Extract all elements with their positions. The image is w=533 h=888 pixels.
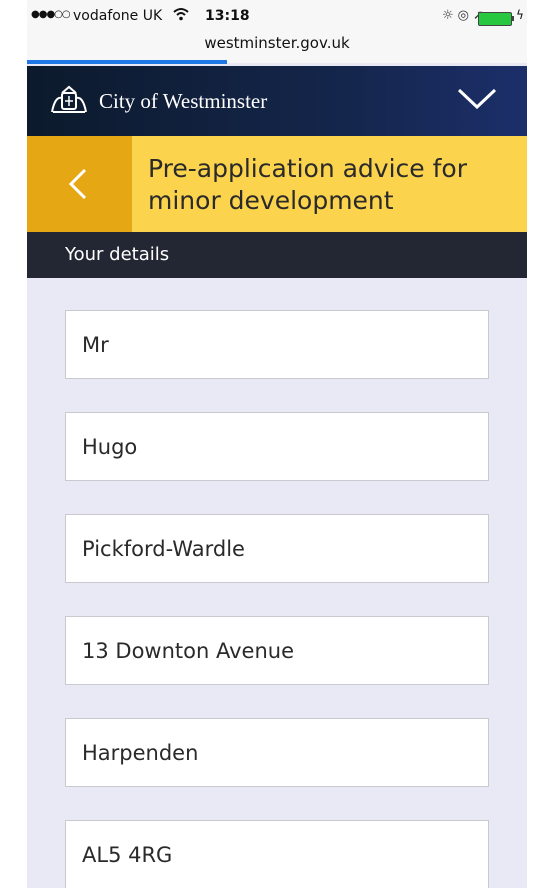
status-line: ●●●○○ vodafone UK 13:18 ☼◎➚ ϟ	[27, 8, 527, 28]
title-field[interactable]	[65, 310, 489, 379]
chevron-down-icon	[457, 88, 497, 110]
menu-toggle-button[interactable]	[447, 80, 507, 120]
section-label: Your details	[65, 244, 170, 265]
page-title: Pre-application advice for minor develop…	[148, 154, 467, 215]
browser-status-bar: ●●●○○ vodafone UK 13:18 ☼◎➚ ϟ westminste…	[27, 0, 527, 64]
wifi-icon	[173, 7, 189, 25]
chevron-left-icon	[68, 168, 87, 200]
charging-bolt-icon: ϟ	[516, 8, 524, 22]
page-title-bar: Pre-application advice for minor develop…	[27, 136, 527, 232]
address-line-field[interactable]	[65, 616, 489, 685]
phone-screen: ●●●○○ vodafone UK 13:18 ☼◎➚ ϟ westminste…	[27, 0, 527, 888]
rotation-lock-icon: ◎	[457, 8, 473, 23]
back-button[interactable]	[27, 136, 132, 232]
brightness-icon: ☼	[442, 8, 458, 23]
section-header: Your details	[27, 232, 527, 278]
carrier-name: vodafone UK	[73, 8, 163, 24]
clock-time: 13:18	[205, 8, 250, 24]
crest-icon	[49, 84, 89, 116]
first-name-field[interactable]	[65, 412, 489, 481]
postcode-field[interactable]	[65, 820, 489, 888]
last-name-field[interactable]	[65, 514, 489, 583]
battery-tip	[512, 16, 514, 21]
signal-strength-icon: ●●●○○	[31, 9, 71, 20]
address-bar-url[interactable]: westminster.gov.uk	[27, 34, 527, 52]
site-header: City of Westminster	[27, 66, 527, 136]
town-field[interactable]	[65, 718, 489, 787]
site-name[interactable]: City of Westminster	[99, 89, 267, 114]
page-load-progress-bar	[27, 60, 227, 64]
battery-icon	[478, 12, 512, 26]
